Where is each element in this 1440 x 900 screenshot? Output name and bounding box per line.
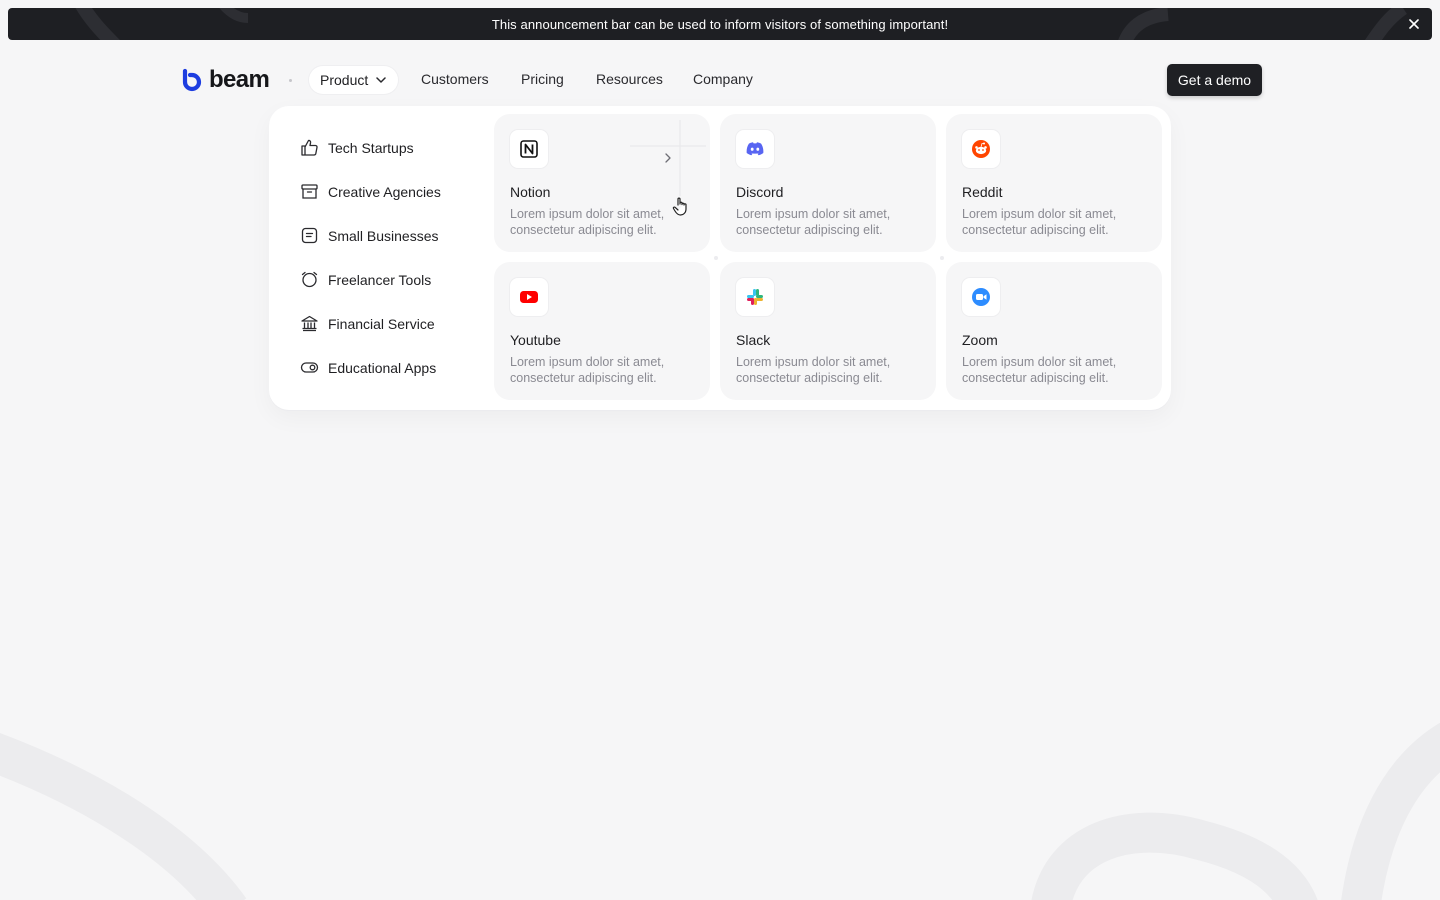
nav-product-label: Product — [320, 72, 369, 88]
category-creative-agencies[interactable]: Creative Agencies — [300, 182, 441, 201]
app-description: Lorem ipsum dolor sit amet, consectetur … — [510, 207, 665, 237]
announcement-text: This announcement bar can be used to inf… — [491, 16, 949, 32]
app-card-zoom[interactable]: Zoom Lorem ipsum dolor sit amet, consect… — [946, 262, 1162, 400]
slack-icon — [736, 278, 774, 316]
app-description: Lorem ipsum dolor sit amet, consectetur … — [736, 207, 891, 237]
category-label: Educational Apps — [328, 359, 437, 376]
nav-link-resources[interactable]: Resources — [596, 71, 663, 87]
nav-separator — [289, 79, 292, 82]
app-name: Youtube — [510, 332, 561, 348]
app-description: Lorem ipsum dolor sit amet, consectetur … — [962, 207, 1117, 237]
hand-pointer-cursor-icon — [672, 197, 687, 216]
category-label: Creative Agencies — [328, 183, 441, 200]
app-name: Zoom — [962, 332, 998, 348]
category-label: Tech Startups — [328, 139, 414, 156]
category-label: Financial Service — [328, 315, 435, 332]
category-freelancer-tools[interactable]: Freelancer Tools — [300, 270, 431, 289]
alarm-clock-icon — [300, 270, 319, 289]
app-description: Lorem ipsum dolor sit amet, consectetur … — [736, 355, 891, 385]
toggle-icon — [300, 358, 319, 377]
discord-icon — [736, 130, 774, 168]
app-name: Discord — [736, 184, 784, 200]
zoom-icon — [962, 278, 1000, 316]
hover-crosshair-decoration — [630, 120, 706, 196]
notion-icon — [510, 130, 548, 168]
nav-product-dropdown[interactable]: Product — [309, 66, 399, 94]
app-card-slack[interactable]: Slack Lorem ipsum dolor sit amet, consec… — [720, 262, 936, 400]
archive-icon — [300, 182, 319, 201]
thumbs-up-icon — [300, 138, 319, 157]
category-tech-startups[interactable]: Tech Startups — [300, 138, 414, 157]
category-label: Freelancer Tools — [328, 271, 432, 288]
nav-link-pricing[interactable]: Pricing — [521, 71, 564, 87]
app-card-discord[interactable]: Discord Lorem ipsum dolor sit amet, cons… — [720, 114, 936, 252]
category-financial-service[interactable]: Financial Service — [300, 314, 435, 333]
nav-link-company[interactable]: Company — [693, 71, 753, 87]
app-card-youtube[interactable]: Youtube Lorem ipsum dolor sit amet, cons… — [494, 262, 710, 400]
youtube-icon — [510, 278, 548, 316]
close-icon[interactable] — [1406, 16, 1422, 32]
app-card-reddit[interactable]: Reddit Lorem ipsum dolor sit amet, conse… — [946, 114, 1162, 252]
brand-name: beam — [209, 66, 270, 93]
category-small-businesses[interactable]: Small Businesses — [300, 226, 439, 245]
card-separator-dot — [714, 256, 718, 260]
app-description: Lorem ipsum dolor sit amet, consectetur … — [510, 355, 665, 385]
category-educational-apps[interactable]: Educational Apps — [300, 358, 436, 377]
category-label: Small Businesses — [328, 227, 439, 244]
chevron-down-icon — [376, 77, 386, 83]
document-icon — [300, 226, 319, 245]
app-name: Reddit — [962, 184, 1003, 200]
beam-logo-icon — [182, 68, 202, 92]
get-demo-button[interactable]: Get a demo — [1167, 64, 1262, 96]
app-name: Slack — [736, 332, 771, 348]
card-separator-dot — [940, 256, 944, 260]
announcement-bar: This announcement bar can be used to inf… — [8, 8, 1432, 40]
brand-logo[interactable]: beam — [181, 66, 270, 94]
app-description: Lorem ipsum dolor sit amet, consectetur … — [962, 355, 1117, 385]
reddit-icon — [962, 130, 1000, 168]
nav-link-customers[interactable]: Customers — [421, 71, 489, 87]
bank-icon — [300, 314, 319, 333]
app-name: Notion — [510, 184, 551, 200]
app-card-notion[interactable]: Notion Lorem ipsum dolor sit amet, conse… — [494, 114, 710, 252]
